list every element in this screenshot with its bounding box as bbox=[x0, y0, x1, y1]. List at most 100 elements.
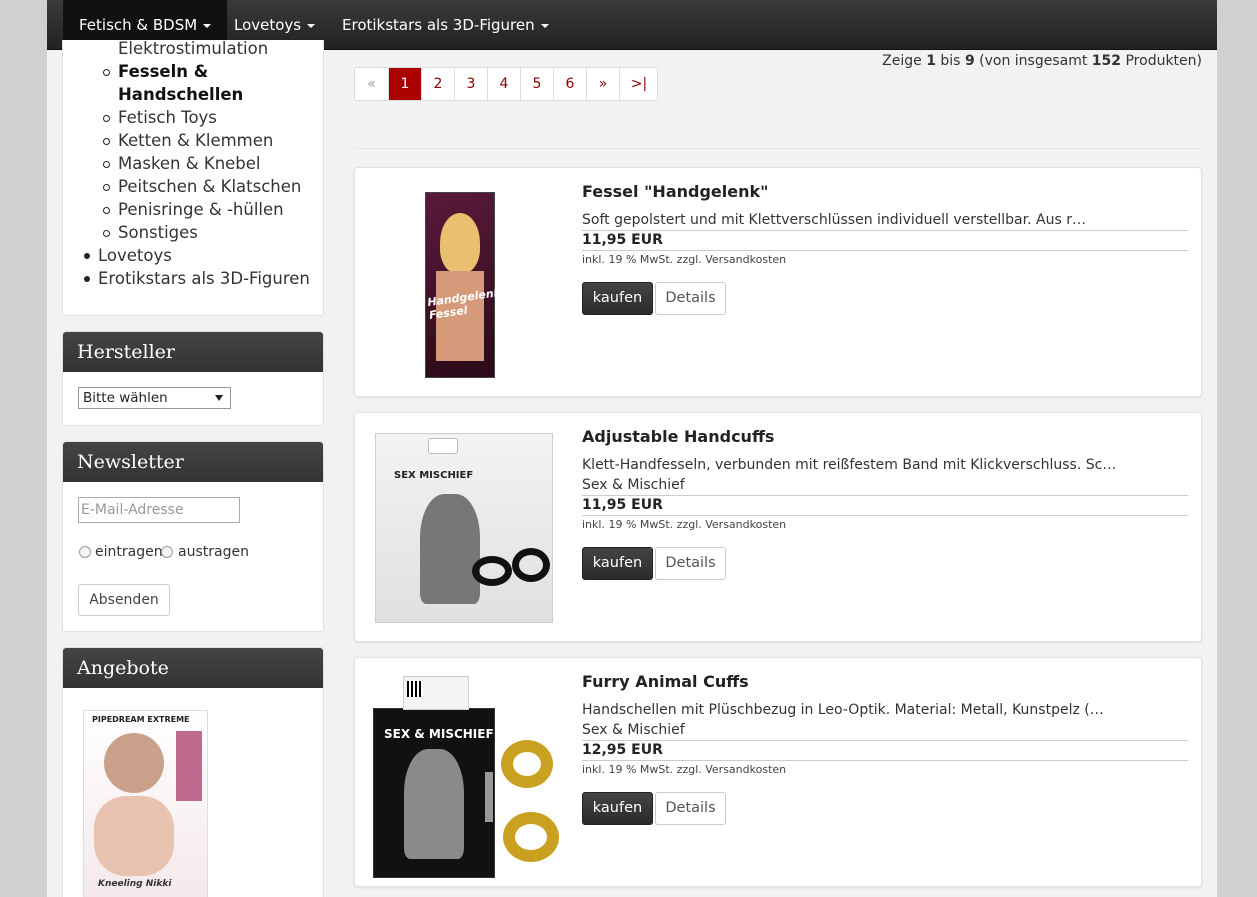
product-manufacturer: Sex & Mischief bbox=[582, 722, 685, 738]
result-count: Zeige 1 bis 9 (von insgesamt 152 Produkt… bbox=[882, 53, 1202, 69]
offer-image-name: Kneeling Nikki bbox=[98, 879, 172, 889]
product-title[interactable]: Furry Animal Cuffs bbox=[582, 672, 749, 691]
offer-image-side-panel bbox=[176, 731, 202, 801]
count-open: (von insgesamt bbox=[979, 53, 1088, 69]
divider bbox=[582, 760, 1188, 761]
divider bbox=[582, 515, 1188, 516]
product-price: 11,95 EUR bbox=[582, 497, 663, 513]
circle-bullet-icon bbox=[103, 207, 110, 214]
product-box-text: SEX MISCHIEF bbox=[394, 470, 474, 481]
figure-photo bbox=[404, 749, 464, 859]
pagination-page-5[interactable]: 5 bbox=[520, 68, 553, 100]
divider bbox=[582, 230, 1188, 231]
manufacturer-select[interactable]: Bitte wählen bbox=[78, 387, 231, 409]
circle-bullet-icon bbox=[103, 115, 110, 122]
product-title[interactable]: Fessel "Handgelenk" bbox=[582, 182, 768, 201]
disc-bullet-icon bbox=[84, 253, 90, 259]
offer-product-image[interactable]: PIPEDREAM EXTREME Kneeling Nikki bbox=[83, 710, 208, 897]
category-item-fetisch-toys[interactable]: Fetisch Toys bbox=[118, 106, 217, 129]
pagination-last[interactable]: >| bbox=[619, 68, 658, 100]
dropdown-arrow-icon bbox=[215, 395, 223, 401]
nav-label: Erotikstars als 3D-Figuren bbox=[342, 16, 535, 34]
category-item-elektrostimulation[interactable]: Elektrostimulation bbox=[118, 40, 268, 60]
email-placeholder: E-Mail-Adresse bbox=[81, 502, 184, 518]
category-tree: Elektrostimulation Fesseln & Handschelle… bbox=[62, 40, 324, 316]
circle-bullet-icon bbox=[103, 69, 110, 76]
category-item-sonstiges[interactable]: Sonstiges bbox=[118, 221, 198, 244]
product-image[interactable]: Handgelenk Fessel bbox=[373, 182, 561, 382]
product-description: Klett-Handfesseln, verbunden mit reißfes… bbox=[582, 457, 1117, 473]
buy-button[interactable]: kaufen bbox=[582, 547, 653, 580]
category-item-lovetoys[interactable]: Lovetoys bbox=[98, 244, 172, 267]
pagination-next[interactable]: » bbox=[586, 68, 619, 100]
category-item-masken-knebel[interactable]: Masken & Knebel bbox=[118, 152, 261, 175]
pagination-page-2[interactable]: 2 bbox=[421, 68, 454, 100]
unsubscribe-label: austragen bbox=[178, 544, 249, 560]
product-image[interactable]: SEX & MISCHIEF bbox=[373, 672, 561, 878]
offer-image-figure-body bbox=[94, 796, 174, 876]
pagination-page-4[interactable]: 4 bbox=[487, 68, 520, 100]
category-item-penisringe[interactable]: Penisringe & -hüllen bbox=[118, 198, 284, 221]
product-title[interactable]: Adjustable Handcuffs bbox=[582, 427, 774, 446]
product-price: 12,95 EUR bbox=[582, 742, 663, 758]
hang-tab bbox=[403, 676, 469, 710]
count-suffix: Produkten) bbox=[1125, 53, 1202, 69]
count-from: 1 bbox=[926, 53, 936, 69]
count-mid: bis bbox=[940, 53, 961, 69]
caret-down-icon bbox=[540, 23, 549, 28]
pagination-page-3[interactable]: 3 bbox=[454, 68, 487, 100]
count-total: 152 bbox=[1091, 53, 1122, 69]
cuff-left bbox=[472, 556, 512, 586]
newsletter-box: Newsletter E-Mail-Adresse eintragen aust… bbox=[62, 441, 324, 632]
buy-button[interactable]: kaufen bbox=[582, 792, 653, 825]
offer-image-brand: PIPEDREAM EXTREME bbox=[92, 715, 190, 724]
pagination-page-1[interactable]: 1 bbox=[388, 68, 421, 100]
category-item-fesseln-active-line2[interactable]: Handschellen bbox=[118, 83, 243, 106]
details-button[interactable]: Details bbox=[655, 282, 726, 315]
divider bbox=[582, 740, 1188, 741]
category-item-ketten-klemmen[interactable]: Ketten & Klemmen bbox=[118, 129, 273, 152]
tax-note: inkl. 19 % MwSt. zzgl. Versandkosten bbox=[582, 763, 787, 776]
caret-down-icon bbox=[307, 23, 316, 28]
qr-code-icon bbox=[407, 681, 423, 697]
unsubscribe-radio[interactable] bbox=[161, 546, 173, 558]
product-box-art: SEX & MISCHIEF bbox=[373, 708, 495, 878]
count-prefix: Zeige bbox=[882, 53, 922, 69]
details-button[interactable]: Details bbox=[655, 792, 726, 825]
product-card: SEX & MISCHIEF Furry Animal Cuffs Handsc… bbox=[354, 657, 1202, 887]
nav-label: Lovetoys bbox=[234, 16, 302, 34]
manufacturer-heading: Hersteller bbox=[63, 332, 323, 372]
details-button[interactable]: Details bbox=[655, 547, 726, 580]
caret-down-icon bbox=[203, 23, 212, 28]
offers-heading: Angebote bbox=[63, 648, 323, 688]
product-card: Handgelenk Fessel Fessel "Handgelenk" So… bbox=[354, 167, 1202, 397]
product-card: SEX MISCHIEF Adjustable Handcuffs Klett-… bbox=[354, 412, 1202, 642]
divider bbox=[354, 148, 1202, 149]
circle-bullet-icon bbox=[103, 230, 110, 237]
category-item-erotikstars[interactable]: Erotikstars als 3D-Figuren bbox=[98, 267, 310, 290]
pagination-page-6[interactable]: 6 bbox=[553, 68, 586, 100]
circle-bullet-icon bbox=[103, 138, 110, 145]
email-field[interactable]: E-Mail-Adresse bbox=[78, 497, 240, 523]
newsletter-submit-button[interactable]: Absenden bbox=[78, 584, 170, 616]
product-image[interactable]: SEX MISCHIEF bbox=[373, 427, 561, 627]
pagination: « 1 2 3 4 5 6 » >| bbox=[354, 67, 658, 101]
subscribe-radio[interactable] bbox=[79, 546, 91, 558]
buy-button[interactable]: kaufen bbox=[582, 282, 653, 315]
manufacturer-box: Hersteller Bitte wählen bbox=[62, 331, 324, 426]
category-item-fesseln-active-line1[interactable]: Fesseln & bbox=[118, 60, 208, 83]
pagination-first[interactable]: « bbox=[355, 68, 388, 100]
category-item-peitschen-klatschen[interactable]: Peitschen & Klatschen bbox=[118, 175, 301, 198]
product-box-text: SEX & MISCHIEF bbox=[384, 727, 494, 741]
product-manufacturer: Sex & Mischief bbox=[582, 477, 685, 493]
subscribe-label: eintragen bbox=[95, 544, 163, 560]
disc-bullet-icon bbox=[84, 276, 90, 282]
product-description: Handschellen mit Plüschbezug in Leo-Opti… bbox=[582, 702, 1104, 718]
figure-photo bbox=[420, 494, 480, 604]
hang-tab bbox=[428, 438, 458, 454]
offer-image-figure bbox=[104, 733, 164, 793]
nav-item-erotikstars[interactable]: Erotikstars als 3D-Figuren bbox=[326, 0, 565, 50]
tax-note: inkl. 19 % MwSt. zzgl. Versandkosten bbox=[582, 518, 787, 531]
figure-hair bbox=[440, 213, 480, 273]
divider bbox=[582, 495, 1188, 496]
